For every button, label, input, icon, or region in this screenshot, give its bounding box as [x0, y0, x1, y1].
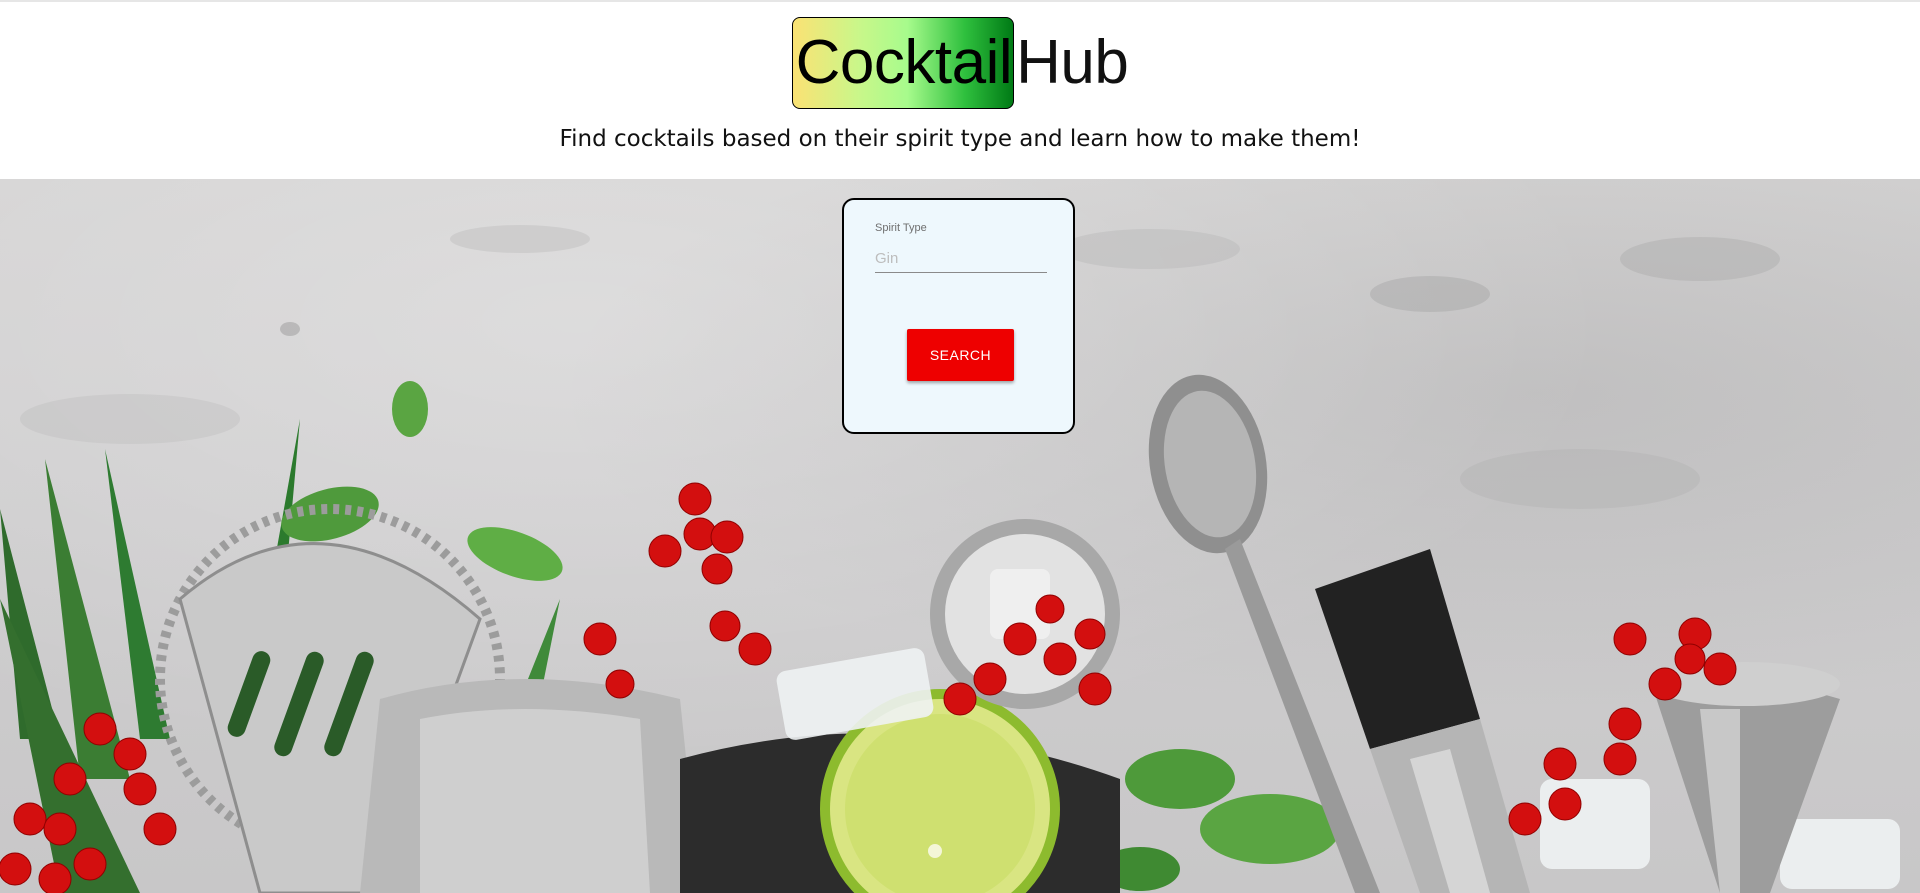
logo-highlight: Cocktail	[791, 17, 1015, 109]
search-button[interactable]: SEARCH	[907, 329, 1014, 381]
spirit-type-label: Spirit Type	[875, 222, 927, 234]
spirit-type-input[interactable]	[875, 244, 1047, 273]
search-card: Spirit Type SEARCH	[842, 198, 1075, 434]
logo-text-hub: Hub	[1016, 28, 1129, 97]
logo: Cocktail Hub	[791, 16, 1129, 110]
shaker-icon	[360, 679, 700, 893]
page-header: Cocktail Hub Find cocktails based on the…	[0, 2, 1920, 179]
tagline: Find cocktails based on their spirit typ…	[559, 126, 1361, 152]
logo-text-cocktail: Cocktail	[795, 28, 1013, 97]
hero-section: Spirit Type SEARCH	[0, 179, 1920, 893]
